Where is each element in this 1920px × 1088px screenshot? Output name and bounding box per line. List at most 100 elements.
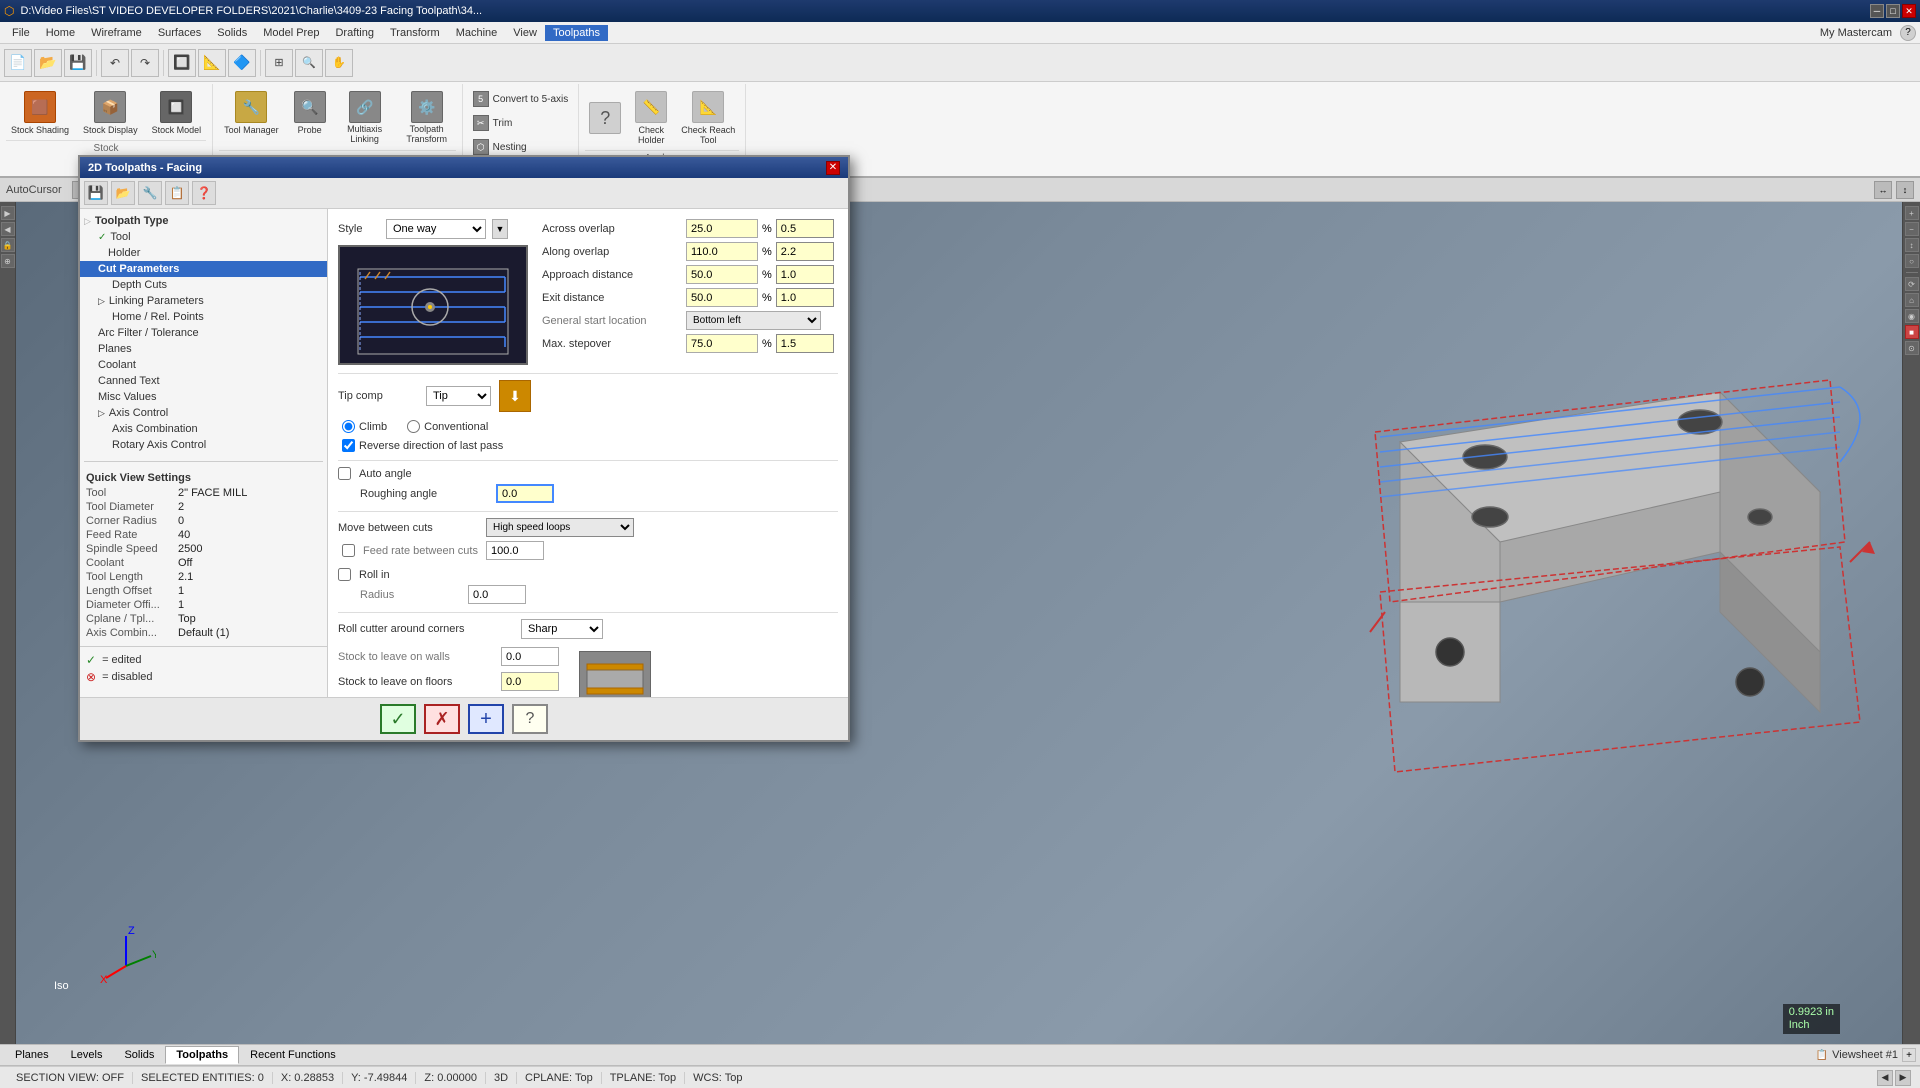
cancel-button[interactable]: ✗ <box>424 704 460 734</box>
help-button[interactable]: ? <box>512 704 548 734</box>
across-overlap-pct[interactable] <box>686 219 758 238</box>
tb-redo[interactable]: ↷ <box>131 49 159 77</box>
ribbon-btn-stock-model[interactable]: 🔲 Stock Model <box>147 88 207 138</box>
tree-item-home-rel[interactable]: Home / Rel. Points <box>80 309 327 325</box>
conventional-radio[interactable]: Conventional <box>407 420 488 433</box>
status-btn-1[interactable]: ◀ <box>1877 1070 1893 1086</box>
tree-item-axis-control[interactable]: ▷ Axis Control <box>80 405 327 421</box>
tb-new[interactable]: 📄 <box>4 49 32 77</box>
tb-save[interactable]: 💾 <box>64 49 92 77</box>
tb-zoom[interactable]: 🔍 <box>295 49 323 77</box>
menu-file[interactable]: File <box>4 25 38 41</box>
close-btn[interactable]: ✕ <box>1902 4 1916 18</box>
sidebar-btn-4[interactable]: ⊕ <box>1 254 15 268</box>
ribbon-btn-check-reach[interactable]: 📐 Check ReachTool <box>677 88 739 148</box>
tree-item-tool[interactable]: ✓ Tool <box>80 229 327 245</box>
roll-in-checkbox[interactable] <box>338 568 351 581</box>
reverse-dir-checkbox[interactable] <box>342 439 355 452</box>
nav-btn-1[interactable]: + <box>1905 206 1919 220</box>
tree-item-planes[interactable]: Planes <box>80 341 327 357</box>
feed-rate-input[interactable] <box>486 541 544 560</box>
help-icon[interactable]: ? <box>1900 25 1916 41</box>
tree-item-depth-cuts[interactable]: Depth Cuts <box>80 277 327 293</box>
style-dropdown-arrow[interactable]: ▼ <box>492 219 508 239</box>
auto-angle-checkbox[interactable] <box>338 467 351 480</box>
maximize-btn[interactable]: □ <box>1886 4 1900 18</box>
dlg-tb-load[interactable]: 📂 <box>111 181 135 205</box>
tree-item-coolant[interactable]: Coolant <box>80 357 327 373</box>
tab-toolpaths[interactable]: Toolpaths <box>165 1046 239 1064</box>
dlg-tb-help[interactable]: ❓ <box>192 181 216 205</box>
menu-toolpaths[interactable]: Toolpaths <box>545 25 608 41</box>
tree-item-misc-values[interactable]: Misc Values <box>80 389 327 405</box>
dlg-tb-copy[interactable]: 📋 <box>165 181 189 205</box>
ribbon-btn-stock-display[interactable]: 📦 Stock Display <box>78 88 143 138</box>
approach-dist-val[interactable] <box>776 265 834 284</box>
menu-modelprep[interactable]: Model Prep <box>255 25 327 41</box>
menu-transform[interactable]: Transform <box>382 25 448 41</box>
menu-view[interactable]: View <box>505 25 545 41</box>
tree-item-holder[interactable]: Holder <box>80 245 327 261</box>
dlg-tb-save[interactable]: 💾 <box>84 181 108 205</box>
tab-planes[interactable]: Planes <box>4 1046 60 1064</box>
nav-btn-9[interactable]: ⊙ <box>1905 341 1919 355</box>
ribbon-btn-tool-manager[interactable]: 🔧 Tool Manager <box>219 88 284 148</box>
status-btn-2[interactable]: ▶ <box>1895 1070 1911 1086</box>
tb-view2[interactable]: 📐 <box>198 49 226 77</box>
tb-undo[interactable]: ↶ <box>101 49 129 77</box>
menu-machine[interactable]: Machine <box>448 25 506 41</box>
ac-view-btn-1[interactable]: ↔ <box>1874 181 1892 199</box>
exit-dist-pct[interactable] <box>686 288 758 307</box>
tree-item-cut-parameters[interactable]: Cut Parameters <box>80 261 327 277</box>
ribbon-btn-trim[interactable]: ✂ Trim <box>469 112 573 134</box>
general-start-select[interactable]: Bottom left Bottom right Top left Top ri… <box>686 311 821 330</box>
ribbon-btn-help[interactable]: ? <box>585 99 625 137</box>
along-overlap-val[interactable] <box>776 242 834 261</box>
tb-view1[interactable]: 🔲 <box>168 49 196 77</box>
roll-cutter-select[interactable]: Sharp Round None <box>521 619 603 639</box>
along-overlap-pct[interactable] <box>686 242 758 261</box>
nav-btn-8[interactable]: ■ <box>1905 325 1919 339</box>
ribbon-btn-probe[interactable]: 🔍 Probe <box>288 88 332 148</box>
ribbon-btn-multiaxis[interactable]: 🔗 Multiaxis Linking <box>336 88 394 148</box>
nav-btn-3[interactable]: ↕ <box>1905 238 1919 252</box>
approach-dist-pct[interactable] <box>686 265 758 284</box>
menu-drafting[interactable]: Drafting <box>327 25 382 41</box>
tb-view3[interactable]: 🔷 <box>228 49 256 77</box>
ribbon-btn-check-holder[interactable]: 📏 CheckHolder <box>629 88 673 148</box>
roughing-angle-input[interactable] <box>496 484 554 503</box>
tip-comp-select[interactable]: Tip Center <box>426 386 491 406</box>
add-button[interactable]: + <box>468 704 504 734</box>
feed-rate-checkbox[interactable] <box>342 544 355 557</box>
ribbon-btn-stock-shading[interactable]: 🟫 Stock Shading <box>6 88 74 138</box>
across-overlap-val[interactable] <box>776 219 834 238</box>
dialog-close-btn[interactable]: ✕ <box>826 161 840 175</box>
nav-btn-7[interactable]: ◉ <box>1905 309 1919 323</box>
tb-open[interactable]: 📂 <box>34 49 62 77</box>
tree-item-axis-combination[interactable]: Axis Combination <box>80 421 327 437</box>
tree-item-arc-filter[interactable]: Arc Filter / Tolerance <box>80 325 327 341</box>
sidebar-btn-3[interactable]: 🔒 <box>1 238 15 252</box>
viewsheet-add[interactable]: + <box>1902 1048 1916 1062</box>
ribbon-btn-transform[interactable]: ⚙️ Toolpath Transform <box>398 88 456 148</box>
nav-btn-5[interactable]: ⟳ <box>1905 277 1919 291</box>
tree-item-toolpath-type[interactable]: ▷ Toolpath Type <box>80 213 327 229</box>
tree-item-canned-text[interactable]: Canned Text <box>80 373 327 389</box>
max-stepover-pct[interactable] <box>686 334 758 353</box>
ribbon-btn-convert5axis[interactable]: 5 Convert to 5-axis <box>469 88 573 110</box>
radius-input[interactable] <box>468 585 526 604</box>
tree-item-rotary-axis[interactable]: Rotary Axis Control <box>80 437 327 453</box>
climb-radio[interactable]: Climb <box>342 420 387 433</box>
sidebar-btn-1[interactable]: ▶ <box>1 206 15 220</box>
nav-btn-2[interactable]: − <box>1905 222 1919 236</box>
minimize-btn[interactable]: ─ <box>1870 4 1884 18</box>
dlg-tb-tool[interactable]: 🔧 <box>138 181 162 205</box>
tab-recent[interactable]: Recent Functions <box>239 1046 347 1064</box>
move-between-select[interactable]: High speed loops Direct Smooth <box>486 518 634 537</box>
tree-item-linking-params[interactable]: ▷ Linking Parameters <box>80 293 327 309</box>
nav-btn-4[interactable]: ○ <box>1905 254 1919 268</box>
tab-solids[interactable]: Solids <box>113 1046 165 1064</box>
menu-home[interactable]: Home <box>38 25 83 41</box>
menu-solids[interactable]: Solids <box>209 25 255 41</box>
stock-walls-input[interactable] <box>501 647 559 666</box>
